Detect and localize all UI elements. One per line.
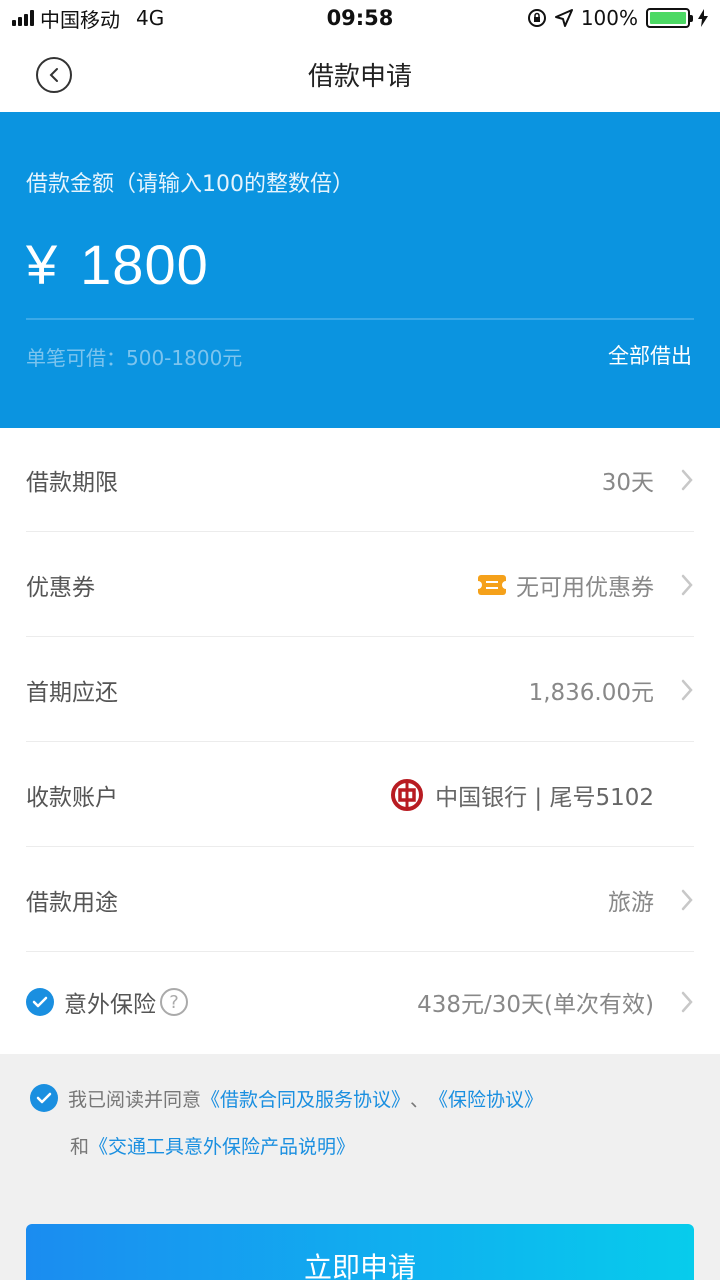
signal-icon (12, 10, 34, 26)
row-value: 旅游 (608, 889, 654, 916)
network-label: 4G (136, 6, 165, 30)
row-label: 优惠券 (26, 574, 95, 601)
row-value: 1,836.00元 (528, 679, 654, 706)
rotation-lock-icon (527, 9, 546, 27)
agreement-and: 和 (70, 1136, 90, 1158)
status-right: 100% (527, 6, 708, 30)
check-icon (32, 996, 48, 1008)
chevron-right-icon (654, 468, 694, 492)
apply-now-button[interactable]: 立即申请 (26, 1224, 694, 1280)
row-loan-purpose[interactable]: 借款用途 旅游 (26, 848, 694, 952)
chevron-right-icon (654, 888, 694, 912)
amount-panel: 借款金额（请输入100的整数倍） ¥1800 单笔可借：500-1800元 全部… (0, 112, 720, 428)
amount-value: 1800 (80, 233, 209, 296)
row-accident-insurance[interactable]: 意外保险 ? 438元/30天(单次有效) (26, 950, 694, 1054)
carrier-label: 中国移动 (40, 7, 120, 32)
back-button[interactable] (36, 57, 72, 93)
status-bar: 中国移动 4G 09:58 100% (0, 0, 720, 36)
amount-divider (26, 318, 694, 320)
row-label: 意外保险 (64, 992, 156, 1018)
bank-of-china-logo-icon (391, 778, 424, 811)
row-receiving-account[interactable]: 收款账户 中国银行 | 尾号5102 (26, 743, 694, 847)
coupon-icon (474, 574, 510, 595)
insurance-agreement-link[interactable]: 《保险协议》 (429, 1085, 543, 1112)
chevron-right-icon (654, 573, 694, 597)
amount-range: 单笔可借：500-1800元 (26, 346, 243, 370)
agreement-line: 我已阅读并同意 《借款合同及服务协议》 、 《保险协议》 (30, 1084, 543, 1112)
loan-details-list: 借款期限 30天 优惠券 无可用优惠券 首期应还 1,836.00元 收款账户 (0, 428, 720, 1054)
status-left: 中国移动 4G (12, 4, 164, 33)
agreement-prefix: 我已阅读并同意 (68, 1088, 202, 1111)
chevron-left-icon (49, 68, 58, 82)
chevron-right-icon (654, 678, 694, 702)
row-value: 中国银行 | 尾号5102 (435, 784, 654, 811)
insurance-label-group: 意外保险 ? (26, 985, 188, 1019)
agreement-separator: 、 (410, 1088, 430, 1111)
row-value: 无可用优惠券 (516, 574, 654, 601)
page-title: 借款申请 (307, 61, 412, 92)
insurance-product-link[interactable]: 《交通工具意外保险产品说明》 (89, 1136, 355, 1158)
battery-percent: 100% (580, 6, 638, 30)
row-loan-term[interactable]: 借款期限 30天 (26, 428, 694, 532)
amount-input[interactable]: ¥1800 (26, 232, 209, 297)
row-value: 30天 (601, 469, 654, 496)
loan-contract-link[interactable]: 《借款合同及服务协议》 (201, 1085, 410, 1112)
row-label: 借款用途 (26, 889, 118, 916)
row-label: 首期应还 (26, 679, 118, 706)
check-icon (36, 1092, 52, 1104)
row-first-repayment[interactable]: 首期应还 1,836.00元 (26, 638, 694, 742)
row-coupon[interactable]: 优惠券 无可用优惠券 (26, 533, 694, 637)
insurance-checkbox[interactable] (26, 988, 54, 1016)
nav-bar: 借款申请 (0, 36, 720, 112)
chevron-right-icon (654, 990, 694, 1014)
charging-icon (698, 9, 708, 27)
row-label: 借款期限 (26, 469, 118, 496)
agreement-section: 我已阅读并同意 《借款合同及服务协议》 、 《保险协议》 和《交通工具意外保险产… (0, 1054, 720, 1224)
help-icon[interactable]: ? (160, 988, 188, 1016)
currency-symbol: ¥ (26, 233, 59, 296)
battery-icon (646, 8, 693, 28)
agreement-line-2: 和《交通工具意外保险产品说明》 (70, 1132, 355, 1159)
agreement-checkbox[interactable] (30, 1084, 58, 1112)
amount-label: 借款金额（请输入100的整数倍） (26, 172, 354, 197)
borrow-all-button[interactable]: 全部借出 (608, 340, 692, 370)
location-icon (554, 9, 573, 27)
row-value: 438元/30天(单次有效) (417, 992, 654, 1018)
row-label: 收款账户 (26, 784, 118, 811)
